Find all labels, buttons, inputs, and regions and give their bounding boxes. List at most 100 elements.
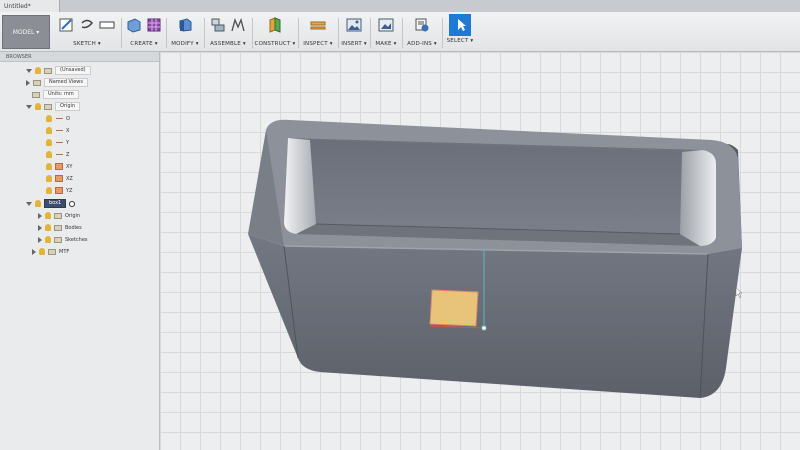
folder-icon — [54, 212, 62, 219]
visibility-bulb-icon[interactable] — [46, 151, 52, 158]
select-group[interactable]: SELECT ▾ — [444, 14, 476, 51]
tree-label: Sketches — [65, 236, 88, 243]
select-label: SELECT ▾ — [446, 38, 474, 44]
toolbar-divider — [121, 18, 122, 48]
tree-origin[interactable]: Origin — [26, 102, 81, 111]
visibility-bulb-icon[interactable] — [35, 200, 41, 207]
folder-icon — [33, 79, 41, 86]
tree-root[interactable]: (Unsaved) — [26, 66, 91, 75]
tree-plane-xz[interactable]: XZ — [46, 174, 73, 183]
make-group[interactable]: MAKE ▾ — [372, 15, 400, 51]
model-viewport[interactable] — [160, 52, 800, 450]
visibility-bulb-icon[interactable] — [35, 67, 41, 74]
origin-point-icon — [55, 115, 63, 122]
create-group[interactable]: CREATE ▾ — [124, 15, 164, 51]
visibility-bulb-icon[interactable] — [46, 163, 52, 170]
create-pattern-icon[interactable] — [146, 17, 162, 33]
construct-group[interactable]: CONSTRUCT ▾ — [254, 15, 296, 51]
sketch-group[interactable]: SKETCH ▾ — [56, 15, 118, 51]
modify-group[interactable]: MODIFY ▾ — [168, 15, 202, 51]
tree-label: X — [66, 127, 70, 134]
tree-axis-x[interactable]: X — [46, 126, 69, 135]
box-inner-right-wall — [680, 150, 716, 246]
toolbar-divider — [338, 18, 339, 48]
sketch-icon[interactable] — [59, 17, 75, 33]
construct-plane-icon[interactable] — [267, 17, 283, 33]
assemble-icon[interactable] — [210, 17, 226, 33]
toolbar-divider — [166, 18, 167, 48]
addins-group[interactable]: ADD-INS ▾ — [404, 15, 440, 51]
create-label: CREATE ▾ — [130, 41, 158, 47]
tree-plane-xy[interactable]: XY — [46, 162, 72, 171]
axis-icon — [55, 139, 63, 146]
collapse-icon[interactable] — [26, 201, 32, 206]
expand-icon[interactable] — [32, 248, 36, 255]
create-box-icon[interactable] — [126, 17, 142, 33]
measure-icon[interactable] — [310, 17, 326, 33]
workspace-switcher[interactable]: MODEL ▾ — [2, 15, 50, 49]
inspect-label: INSPECT ▾ — [303, 41, 333, 47]
collapse-icon[interactable] — [26, 104, 32, 109]
tree-label: XY — [66, 163, 73, 170]
tree-label: Y — [66, 139, 70, 146]
tree-label: Origin — [65, 212, 81, 219]
tree-label: O — [66, 115, 70, 122]
tree-label: Z — [66, 151, 70, 158]
visibility-bulb-icon[interactable] — [46, 175, 52, 182]
visibility-bulb-icon[interactable] — [35, 103, 41, 110]
insert-label: INSERT ▾ — [341, 41, 367, 47]
make-3dprint-icon[interactable] — [378, 17, 394, 33]
tree-plane-yz[interactable]: YZ — [46, 186, 72, 195]
tree-label: box1 — [44, 199, 67, 208]
visibility-bulb-icon[interactable] — [46, 115, 52, 122]
expand-icon[interactable] — [38, 224, 42, 231]
toolbar-divider — [402, 18, 403, 48]
axis-icon — [55, 127, 63, 134]
insert-group[interactable]: INSERT ▾ — [340, 15, 368, 51]
browser-title: BROWSER — [6, 54, 32, 60]
expand-icon[interactable] — [38, 212, 42, 219]
visibility-bulb-icon[interactable] — [45, 212, 51, 219]
tree-origin-point[interactable]: O — [46, 114, 70, 123]
tree-named-views[interactable]: Named Views — [26, 78, 88, 87]
activate-component-radio[interactable] — [69, 200, 76, 207]
inspect-group[interactable]: INSPECT ▾ — [300, 15, 336, 51]
box-front-face — [248, 234, 742, 398]
select-arrow-icon[interactable] — [449, 14, 471, 36]
visibility-bulb-icon[interactable] — [46, 187, 52, 194]
plane-icon — [55, 175, 63, 182]
collapse-icon[interactable] — [26, 68, 32, 73]
visibility-bulb-icon[interactable] — [46, 139, 52, 146]
tree-axis-z[interactable]: Z — [46, 150, 69, 159]
tree-label: YZ — [66, 187, 73, 194]
modify-icon[interactable] — [177, 17, 193, 33]
make-label: MAKE ▾ — [375, 41, 397, 47]
visibility-bulb-icon[interactable] — [45, 236, 51, 243]
tree-box1-sketches[interactable]: Sketches — [38, 235, 88, 244]
toolbar-divider — [252, 18, 253, 48]
document-tab[interactable]: Untitled* — [0, 0, 60, 12]
visibility-bulb-icon[interactable] — [45, 224, 51, 231]
tree-box1-origin[interactable]: Origin — [38, 211, 80, 220]
tree-label: Origin — [55, 102, 81, 111]
visibility-bulb-icon[interactable] — [46, 127, 52, 134]
stop-sketch-icon[interactable] — [99, 17, 115, 33]
toolbar: MODEL ▾ SKETCH ▾ CREATE ▾ MODIFY ▾ ASSEM… — [0, 12, 800, 52]
insert-image-icon[interactable] — [346, 17, 362, 33]
mouse-cursor-icon — [735, 287, 743, 299]
add-ins-icon[interactable] — [414, 17, 430, 33]
joint-icon[interactable] — [230, 17, 246, 33]
tree-axis-y[interactable]: Y — [46, 138, 69, 147]
tree-component-mtf[interactable]: MTF — [32, 247, 69, 256]
tree-units[interactable]: Units: mm — [32, 90, 79, 99]
visibility-bulb-icon[interactable] — [39, 248, 45, 255]
tree-component-box1[interactable]: box1 — [26, 199, 76, 208]
design-canvas[interactable] — [160, 52, 800, 450]
expand-icon[interactable] — [38, 236, 42, 243]
tree-box1-bodies[interactable]: Bodies — [38, 223, 82, 232]
browser-header[interactable]: BROWSER — [0, 52, 159, 62]
assemble-group[interactable]: ASSEMBLE ▾ — [206, 15, 250, 51]
folder-icon — [44, 103, 52, 110]
undo-curve-icon[interactable] — [79, 17, 95, 33]
expand-icon[interactable] — [26, 79, 30, 86]
